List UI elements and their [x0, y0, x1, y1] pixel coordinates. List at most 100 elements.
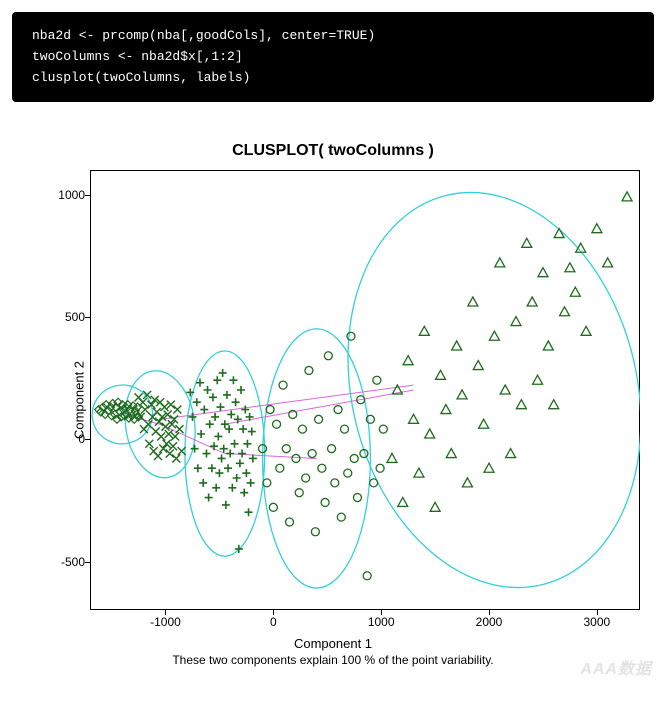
data-point	[370, 479, 378, 487]
data-point	[241, 406, 249, 414]
data-point	[305, 367, 313, 375]
x-tick-label: -1000	[150, 615, 181, 629]
data-point	[403, 356, 413, 365]
data-point	[295, 489, 303, 497]
data-point	[570, 288, 580, 297]
data-point	[337, 514, 345, 522]
data-point	[279, 382, 287, 390]
data-point	[216, 404, 224, 412]
data-point	[163, 440, 171, 448]
x-tick-label: 3000	[584, 615, 611, 629]
data-point	[543, 341, 553, 350]
data-point	[286, 518, 294, 526]
plot-area: Component 2 -50005001000-100001000200030…	[90, 170, 640, 630]
data-point	[350, 455, 358, 463]
data-point	[603, 258, 613, 267]
data-point	[139, 399, 147, 407]
data-point	[208, 465, 216, 473]
data-point	[200, 406, 208, 414]
y-axis-label: Component 2	[72, 361, 87, 439]
data-point	[171, 433, 179, 441]
data-point	[159, 445, 167, 453]
data-point	[169, 443, 177, 451]
data-point	[331, 479, 339, 487]
data-point	[414, 469, 424, 478]
data-point	[538, 268, 548, 277]
data-point	[225, 426, 233, 434]
data-point	[484, 464, 494, 473]
data-point	[266, 406, 274, 414]
x-tick-label: 2000	[476, 615, 503, 629]
data-point	[240, 489, 248, 497]
data-point	[549, 400, 559, 409]
data-point	[172, 455, 180, 463]
code-line-3: clusplot(twoColumns, labels)	[32, 70, 250, 85]
data-point	[224, 465, 232, 473]
data-point	[215, 470, 223, 478]
data-point	[210, 443, 218, 451]
data-point	[205, 494, 213, 502]
data-point	[161, 423, 169, 431]
data-point	[500, 385, 510, 394]
data-point	[344, 470, 352, 478]
data-point	[173, 406, 181, 414]
data-point	[232, 399, 240, 407]
data-point	[560, 307, 570, 316]
data-point	[167, 401, 175, 409]
data-point	[489, 332, 499, 341]
y-tick-label: 0	[78, 432, 85, 446]
data-point	[228, 484, 236, 492]
chart-title: CLUSPLOT( twoColumns )	[20, 142, 646, 160]
data-point	[430, 503, 440, 512]
data-point	[363, 572, 371, 580]
data-point	[435, 371, 445, 380]
data-point	[204, 386, 212, 394]
data-point	[269, 504, 277, 512]
data-point	[229, 377, 237, 385]
data-point	[334, 406, 342, 414]
y-tick-label: 1000	[58, 188, 85, 202]
data-point	[193, 399, 201, 407]
data-point	[222, 501, 230, 509]
data-point	[223, 391, 231, 399]
data-point	[446, 449, 456, 458]
data-point	[318, 465, 326, 473]
data-point	[376, 465, 384, 473]
data-point	[227, 411, 235, 419]
data-point	[425, 429, 435, 438]
data-point	[398, 498, 408, 507]
data-point	[276, 465, 284, 473]
data-point	[527, 297, 537, 306]
data-point	[226, 450, 234, 458]
data-point	[387, 454, 397, 463]
data-point	[419, 327, 429, 336]
data-point	[324, 352, 332, 360]
data-point	[452, 341, 462, 350]
x-tick-label: 1000	[368, 615, 395, 629]
data-point	[236, 460, 244, 468]
y-tick-label: -500	[61, 555, 85, 569]
data-point	[160, 404, 168, 412]
data-point	[141, 406, 149, 414]
data-point	[212, 484, 220, 492]
data-point	[457, 390, 467, 399]
data-point	[516, 400, 526, 409]
data-point	[462, 478, 472, 487]
data-point	[202, 450, 210, 458]
code-block: nba2d <- prcomp(nba[,goodCols], center=T…	[12, 12, 654, 102]
data-point	[495, 258, 505, 267]
data-point	[194, 465, 202, 473]
data-point	[211, 413, 219, 421]
data-point	[213, 377, 221, 385]
data-point	[237, 386, 245, 394]
data-point	[302, 474, 310, 482]
data-point	[479, 420, 489, 429]
data-point	[373, 377, 381, 385]
data-point	[247, 479, 255, 487]
data-point	[315, 416, 323, 424]
data-point	[292, 455, 300, 463]
data-point	[214, 433, 222, 441]
data-point	[298, 426, 306, 434]
data-point	[248, 428, 256, 436]
data-point	[154, 452, 162, 460]
